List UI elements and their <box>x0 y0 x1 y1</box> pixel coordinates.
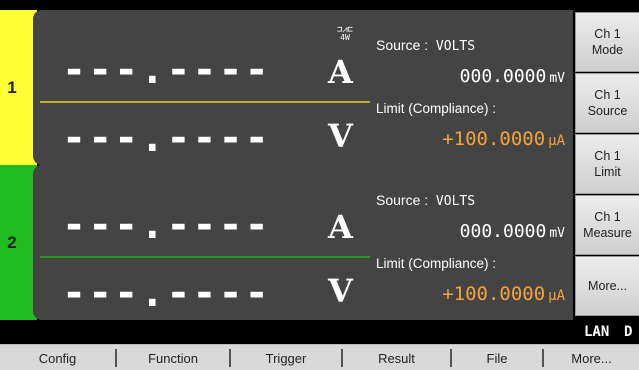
softkey-more[interactable]: More... <box>575 256 639 316</box>
channel-2-number: 2 <box>7 233 17 252</box>
channel-2-source-label: Source : VOLTS <box>376 192 476 209</box>
softkey-ch1-source[interactable]: Ch 1 Source <box>575 73 639 133</box>
trigger-key[interactable]: Trigger <box>231 345 341 370</box>
channel-2-current-unit: A <box>328 208 353 246</box>
config-key[interactable]: Config <box>0 345 115 370</box>
file-key[interactable]: File <box>452 345 542 370</box>
softkey-ch1-mode[interactable]: Ch 1 Mode <box>575 12 639 72</box>
channel-1-number: 1 <box>7 78 17 97</box>
channel-2-voltage-readout: ---.---- <box>62 270 271 316</box>
channel-2-divider <box>40 256 370 258</box>
channel-1-source-label: Source : VOLTS <box>376 37 476 54</box>
channel-2-limit-label: Limit (Compliance) : <box>376 256 497 271</box>
softkey-ch1-measure[interactable]: Ch 1 Measure <box>575 195 639 255</box>
more-key[interactable]: More... <box>544 345 639 370</box>
channel-1-current-readout: ---.---- <box>62 47 271 93</box>
lan-status: LAN <box>584 324 610 340</box>
channel-1-divider <box>40 101 370 103</box>
channel-2-limit-value: +100.0000 µA <box>442 283 565 305</box>
channel-1-voltage-unit: V <box>328 117 353 155</box>
channel-1-limit-label: Limit (Compliance) : <box>376 101 497 116</box>
function-key-bar: Config Function Trigger Result File More… <box>0 344 639 370</box>
function-key[interactable]: Function <box>117 345 229 370</box>
softkey-column: Ch 1 Mode Ch 1 Source Ch 1 Limit Ch 1 Me… <box>573 0 639 320</box>
channel-2-current-readout: ---.---- <box>62 202 271 248</box>
channel-1-limit-value: +100.0000 µA <box>442 128 565 150</box>
softkey-ch1-limit[interactable]: Ch 1 Limit <box>575 134 639 194</box>
channel-1-current-unit: A <box>328 53 353 91</box>
channel-1-source-function: VOLTS <box>435 39 476 54</box>
result-key[interactable]: Result <box>343 345 450 370</box>
mode-indicator: D <box>624 324 633 340</box>
channel-1-panel: 1 ---.---- A ---.---- V ⊐⩘⊏ 4W Source : … <box>0 10 573 165</box>
channel-2-panel: 2 ---.---- A ---.---- V Source : VOLTS 0… <box>0 165 573 320</box>
status-bar: LAN D <box>0 320 639 344</box>
channel-2-source-function: VOLTS <box>435 194 476 209</box>
channel-2-voltage-unit: V <box>328 272 353 310</box>
four-wire-sense-icon: ⊐⩘⊏ 4W <box>337 25 353 42</box>
channel-2-source-level: 000.0000 mV <box>459 221 565 242</box>
instrument-screen: 1 ---.---- A ---.---- V ⊐⩘⊏ 4W Source : … <box>0 0 639 370</box>
channel-1-voltage-readout: ---.---- <box>62 115 271 161</box>
channel-1-source-level: 000.0000 mV <box>459 66 565 87</box>
